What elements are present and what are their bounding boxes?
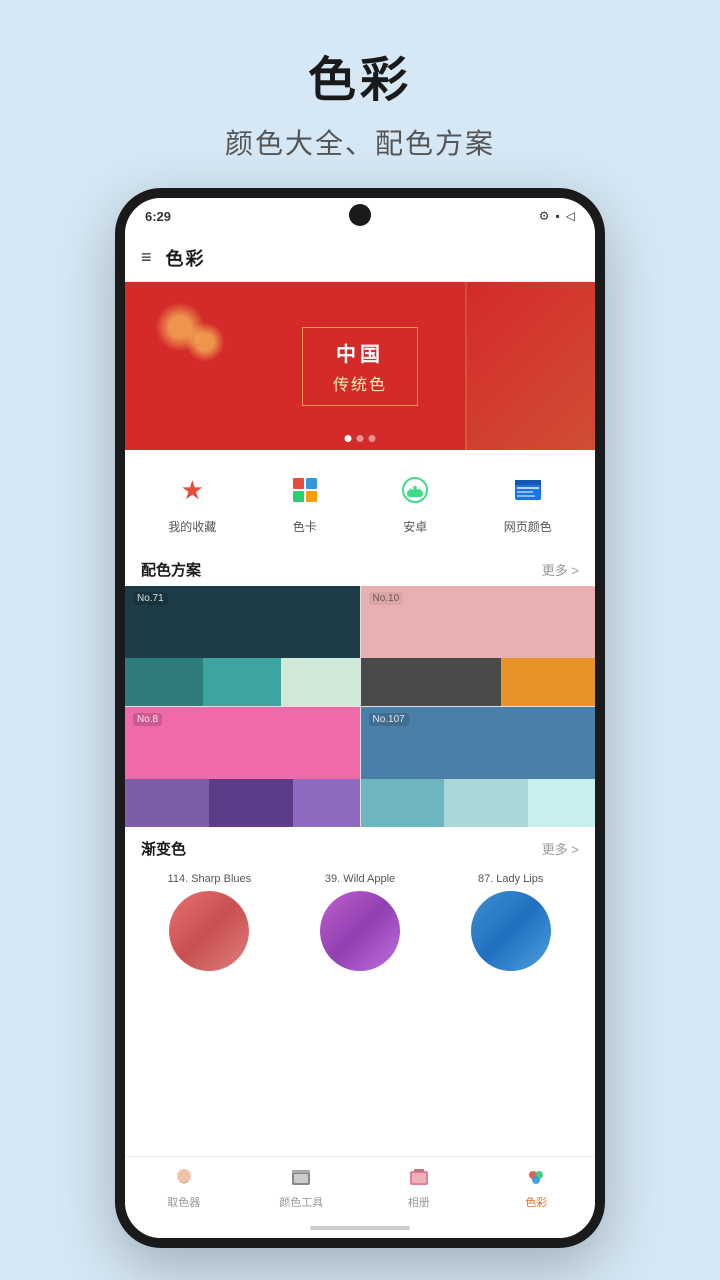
scheme-label-8: No.8 <box>133 713 162 726</box>
eyedropper-icon <box>171 1165 197 1191</box>
scheme-71-b1 <box>125 658 203 706</box>
nav-color-tools[interactable]: 颜色工具 <box>243 1165 361 1210</box>
scheme-107-b2 <box>444 779 528 827</box>
gradient-label-87: 87. Lady Lips <box>478 873 543 885</box>
great-wall-decoration <box>465 282 595 450</box>
scheme-10-b1 <box>361 658 502 706</box>
scheme-label-71: No.71 <box>133 592 168 605</box>
color-tools-label: 颜色工具 <box>279 1194 323 1210</box>
gradient-half-87 <box>471 891 551 971</box>
categories: ★ 我的收藏 色卡 <box>125 454 595 549</box>
scroll-content: 中国 传统色 ★ 我的收藏 <box>125 282 595 1156</box>
category-android[interactable]: 安卓 <box>393 468 437 535</box>
nav-color[interactable]: 色彩 <box>478 1165 596 1210</box>
android-label: 安卓 <box>403 518 427 535</box>
eyedropper-label: 取色器 <box>167 1194 200 1210</box>
scheme-10-color-bottom <box>361 658 596 706</box>
banner-line1: 中国 <box>333 338 387 367</box>
page-subtitle: 颜色大全、配色方案 <box>225 122 495 162</box>
scheme-8-b1 <box>125 779 209 827</box>
app-bar-title: 色彩 <box>166 245 206 271</box>
banner[interactable]: 中国 传统色 <box>125 282 595 450</box>
banner-dot-2 <box>357 435 364 442</box>
web-colors-label: 网页颜色 <box>504 518 552 535</box>
scheme-71-b2 <box>203 658 281 706</box>
category-favorites[interactable]: ★ 我的收藏 <box>168 468 216 535</box>
status-icons: ⚙ ▪ ◁ <box>539 209 575 223</box>
scheme-card-107[interactable]: No.107 <box>361 707 596 827</box>
scheme-107-b3 <box>528 779 595 827</box>
banner-dot-3 <box>369 435 376 442</box>
camera-notch <box>349 204 371 226</box>
gradient-section: 渐变色 更多 > 114. Sharp Blues <box>125 828 595 989</box>
color-nav-label: 色彩 <box>525 1194 547 1210</box>
status-time: 6:29 <box>145 209 171 224</box>
phone-screen: 6:29 ⚙ ▪ ◁ ≡ 色彩 <box>125 198 595 1238</box>
page-title: 色彩 <box>225 40 495 110</box>
nav-album[interactable]: 相册 <box>360 1165 478 1210</box>
banner-line2: 传统色 <box>333 371 387 395</box>
gradient-circle-87 <box>471 891 551 971</box>
category-color-card[interactable]: 色卡 <box>283 468 327 535</box>
gradient-item-39[interactable]: 39. Wild Apple <box>290 873 431 971</box>
color-schemes-title: 配色方案 <box>141 559 201 580</box>
gradient-half-114 <box>169 891 249 971</box>
scheme-10-b2 <box>501 658 595 706</box>
gradient-circle-39 <box>320 891 400 971</box>
gradient-more[interactable]: 更多 > <box>542 839 579 858</box>
web-colors-icon <box>506 468 550 512</box>
notification-icon: ▪ <box>556 209 560 223</box>
gradient-items: 114. Sharp Blues 39. Wild Apple <box>125 865 595 979</box>
banner-text-box: 中国 传统色 <box>302 327 418 406</box>
scheme-card-8[interactable]: No.8 <box>125 707 360 827</box>
app-bar: ≡ 色彩 <box>125 234 595 282</box>
color-tools-icon <box>288 1165 314 1191</box>
banner-dot-1 <box>345 435 352 442</box>
scheme-label-10: No.10 <box>369 592 404 605</box>
color-schemes-grid: No.71 No.10 <box>125 586 595 827</box>
gradient-item-87[interactable]: 87. Lady Lips <box>440 873 581 971</box>
gradient-circle-114 <box>169 891 249 971</box>
home-indicator <box>125 1218 595 1238</box>
settings-icon: ⚙ <box>539 209 550 223</box>
gradient-half-39 <box>320 891 400 971</box>
scheme-card-10[interactable]: No.10 <box>361 586 596 706</box>
banner-dots <box>345 435 376 442</box>
color-card-icon <box>283 468 327 512</box>
nav-eyedropper[interactable]: 取色器 <box>125 1165 243 1210</box>
gradient-label-114: 114. Sharp Blues <box>168 873 252 885</box>
album-label: 相册 <box>408 1194 430 1210</box>
home-bar <box>310 1226 410 1230</box>
scheme-8-color-bottom <box>125 779 360 827</box>
album-icon <box>406 1165 432 1191</box>
scheme-8-b2 <box>209 779 293 827</box>
android-icon <box>393 468 437 512</box>
scheme-107-color-bottom <box>361 779 596 827</box>
gradient-label-39: 39. Wild Apple <box>325 873 395 885</box>
scheme-107-b1 <box>361 779 445 827</box>
scheme-71-color-bottom <box>125 658 360 706</box>
favorites-label: 我的收藏 <box>168 518 216 535</box>
color-schemes-more[interactable]: 更多 > <box>542 560 579 579</box>
menu-icon[interactable]: ≡ <box>141 247 152 268</box>
color-nav-icon <box>523 1165 549 1191</box>
gradient-title: 渐变色 <box>141 838 186 859</box>
scheme-label-107: No.107 <box>369 713 409 726</box>
scheme-71-b3 <box>281 658 359 706</box>
scheme-card-71[interactable]: No.71 <box>125 586 360 706</box>
signal-icon: ◁ <box>566 209 575 223</box>
gradient-header: 渐变色 更多 > <box>125 828 595 865</box>
page-header: 色彩 颜色大全、配色方案 <box>225 0 495 162</box>
category-web-colors[interactable]: 网页颜色 <box>504 468 552 535</box>
gradient-item-114[interactable]: 114. Sharp Blues <box>139 873 280 971</box>
favorites-icon: ★ <box>170 468 214 512</box>
color-schemes-section: 配色方案 更多 > No.71 <box>125 549 595 827</box>
bottom-nav: 取色器 颜色工具 <box>125 1156 595 1218</box>
color-card-label: 色卡 <box>293 518 317 535</box>
color-schemes-header: 配色方案 更多 > <box>125 549 595 586</box>
firework-decoration-2 <box>185 322 225 362</box>
phone-frame: 6:29 ⚙ ▪ ◁ ≡ 色彩 <box>115 188 605 1248</box>
scheme-8-b3 <box>293 779 360 827</box>
